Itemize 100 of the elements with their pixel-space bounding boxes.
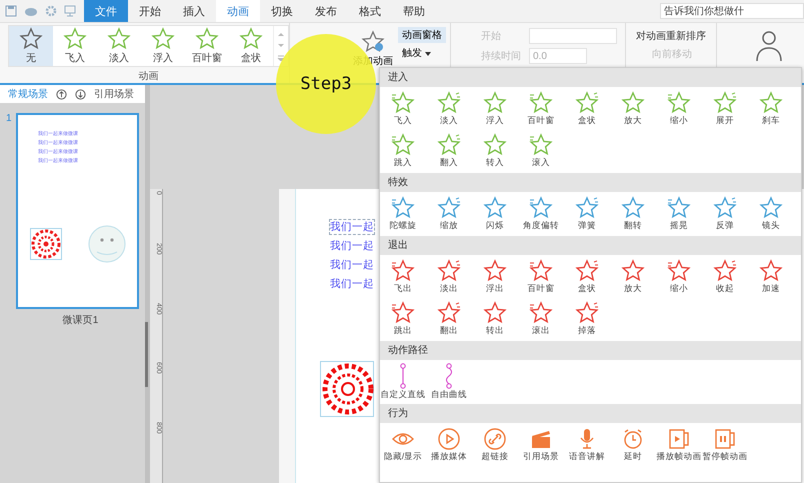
animation-option[interactable]: 播放媒体: [426, 424, 472, 466]
section-header: 动作路径: [380, 341, 801, 360]
animation-option[interactable]: 超链接: [472, 424, 518, 466]
animation-option[interactable]: 角度偏转: [518, 193, 564, 235]
animation-option[interactable]: 陀螺旋: [380, 193, 426, 235]
star-icon: [712, 91, 738, 115]
animation-option[interactable]: 播放帧动画: [656, 424, 702, 466]
animation-option[interactable]: 展开: [702, 88, 748, 130]
menu-tab[interactable]: 帮助: [392, 0, 436, 22]
animation-option[interactable]: 飞入: [53, 26, 97, 66]
scene-tab[interactable]: 引用场景: [94, 87, 134, 101]
menu-tab[interactable]: 动画: [216, 0, 260, 22]
animation-option[interactable]: 引用场景: [518, 424, 564, 466]
animation-option[interactable]: 翻转: [610, 193, 656, 235]
star-icon: [574, 91, 600, 115]
slide-text[interactable]: 我们一起: [330, 239, 374, 253]
animation-option[interactable]: 隐藏/显示: [380, 424, 426, 466]
animation-option[interactable]: 飞入: [380, 88, 426, 130]
animation-option[interactable]: 盒状: [229, 26, 273, 66]
animation-option[interactable]: 暂停帧动画: [702, 424, 748, 466]
animation-option[interactable]: 无: [9, 26, 53, 66]
animation-option[interactable]: 自由曲线: [426, 361, 472, 403]
slide-text[interactable]: 我们一起: [330, 277, 374, 291]
gear-icon[interactable]: [45, 5, 57, 17]
animation-option[interactable]: 浮出: [472, 256, 518, 298]
animation-option[interactable]: 转入: [472, 130, 518, 172]
scroll-down-icon[interactable]: [277, 43, 285, 49]
star-icon: [482, 91, 508, 115]
animation-option[interactable]: 百叶窗: [518, 88, 564, 130]
trigger-button[interactable]: 触发: [398, 45, 446, 61]
animation-option[interactable]: 跳入: [380, 130, 426, 172]
timing-label: 开始: [481, 30, 502, 43]
animation-option[interactable]: 跳出: [380, 298, 426, 340]
star-icon: [666, 91, 692, 115]
star-icon: [620, 91, 646, 115]
animation-option[interactable]: 翻入: [426, 130, 472, 172]
animation-option[interactable]: 翻出: [426, 298, 472, 340]
animation-option[interactable]: 盒状: [564, 88, 610, 130]
animation-option[interactable]: 自定义直线: [380, 361, 426, 403]
slide-text[interactable]: 我们一起: [330, 258, 374, 272]
menu-tab[interactable]: 开始: [128, 0, 172, 22]
search-field[interactable]: 告诉我们你想做什: [660, 3, 804, 19]
monitor-icon[interactable]: [64, 5, 76, 17]
more-icon[interactable]: [277, 55, 285, 61]
scene-tab[interactable]: 常规场景: [8, 87, 48, 101]
animation-option[interactable]: 加速: [748, 256, 794, 298]
move-down-icon[interactable]: [75, 88, 86, 100]
animation-option[interactable]: 放大: [610, 88, 656, 130]
star-icon: [482, 301, 508, 325]
section-header: 行为: [380, 404, 801, 423]
star-icon: [482, 259, 508, 283]
menu-tab[interactable]: 格式: [348, 0, 392, 22]
slide-caption: 微课页1: [62, 314, 100, 327]
animation-option[interactable]: 飞出: [380, 256, 426, 298]
animation-option[interactable]: 反弹: [702, 193, 748, 235]
animation-option[interactable]: 放大: [610, 256, 656, 298]
menu-tab[interactable]: 文件: [84, 0, 128, 22]
animation-option[interactable]: 延时: [610, 424, 656, 466]
animation-option[interactable]: 刹车: [748, 88, 794, 130]
animation-option[interactable]: 转出: [472, 298, 518, 340]
animation-option[interactable]: 滚出: [518, 298, 564, 340]
animation-pane-toggle[interactable]: 动画窗格: [398, 27, 446, 43]
animation-option[interactable]: 淡入: [426, 88, 472, 130]
animation-option[interactable]: 缩放: [426, 193, 472, 235]
animation-option[interactable]: 淡出: [426, 256, 472, 298]
action-icon: [483, 427, 507, 451]
animation-option[interactable]: 摇晃: [656, 193, 702, 235]
menu-tab[interactable]: 发布: [304, 0, 348, 22]
animation-option[interactable]: 浮入: [472, 88, 518, 130]
cloud-icon[interactable]: [24, 5, 38, 17]
animation-option[interactable]: 滚入: [518, 130, 564, 172]
star-icon: [574, 196, 600, 220]
star-plus-icon: [360, 30, 386, 54]
scroll-up-icon[interactable]: [277, 31, 285, 37]
animation-option[interactable]: 镜头: [748, 193, 794, 235]
animation-option[interactable]: 浮入: [141, 26, 185, 66]
menu-tab[interactable]: 插入: [172, 0, 216, 22]
slide-text[interactable]: 我们一起: [330, 220, 374, 234]
star-icon: [758, 259, 784, 283]
star-icon: [528, 133, 554, 157]
animation-option[interactable]: 弹簧: [564, 193, 610, 235]
save-icon[interactable]: [5, 5, 17, 17]
animation-option[interactable]: 盒状: [564, 256, 610, 298]
move-up-icon[interactable]: [56, 88, 67, 100]
animation-option[interactable]: 淡入: [97, 26, 141, 66]
animation-option[interactable]: 闪烁: [472, 193, 518, 235]
animation-option[interactable]: 掉落: [564, 298, 610, 340]
menu-tab[interactable]: 切换: [260, 0, 304, 22]
step-label: Step3: [300, 74, 352, 94]
action-icon: [667, 427, 691, 451]
animation-option[interactable]: 收起: [702, 256, 748, 298]
user-icon[interactable]: [754, 29, 784, 63]
animation-option[interactable]: 语音讲解: [564, 424, 610, 466]
animation-option[interactable]: 缩小: [656, 256, 702, 298]
animation-option[interactable]: 百叶窗: [518, 256, 564, 298]
animation-option[interactable]: 缩小: [656, 88, 702, 130]
star-icon: [528, 301, 554, 325]
papercut-drawing[interactable]: [320, 361, 374, 417]
animation-option[interactable]: 百叶窗: [185, 26, 229, 66]
star-icon: [712, 259, 738, 283]
